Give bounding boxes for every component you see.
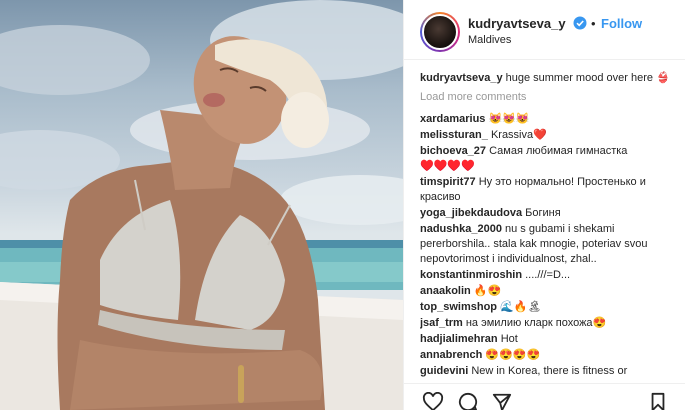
avatar[interactable] [420, 12, 460, 52]
comment: hadjialimehran Hot [420, 332, 678, 347]
comment-username[interactable]: annabrench [420, 349, 482, 361]
avatar-image [422, 14, 458, 50]
comment-username[interactable]: hadjialimehran [420, 333, 498, 345]
action-bar [404, 383, 685, 410]
comment-text: ....///=D... [525, 269, 571, 281]
comment-text: Богиня [525, 207, 561, 219]
comment-username[interactable]: guidevini [420, 365, 468, 377]
comment-username[interactable]: top_swimshop [420, 301, 497, 313]
comment-text: Hot [500, 333, 518, 345]
comment-username[interactable]: bichoeva_27 [420, 145, 486, 157]
caption: kudryavtseva_y huge summer mood over her… [420, 71, 678, 86]
comment-text: 😻😻😻 [488, 113, 530, 125]
post-header: kudryavtseva_y • Follow Maldives [404, 0, 685, 60]
comment-username[interactable]: anaakolin [420, 285, 471, 297]
verified-badge-icon [573, 16, 587, 30]
comment: konstantinmiroshin ....///=D... [420, 268, 678, 283]
comment-text: 🔥😍 [473, 285, 502, 297]
comments-section: kudryavtseva_y huge summer mood over her… [420, 71, 678, 383]
comment-text: 😍😍😍😍 [485, 349, 541, 361]
post-sidebar: kudryavtseva_y • Follow Maldives kudryav… [403, 0, 685, 410]
comment-username[interactable]: melissturan_ [420, 129, 488, 141]
comment: yoga_jibekdaudova Богиня [420, 206, 678, 221]
comment: timspirit77 Ну это нормально! Простенько… [420, 175, 678, 205]
comment-username[interactable]: jsaf_trm [420, 317, 463, 329]
comment: guidevini New in Korea, there is fitness… [420, 364, 678, 379]
caption-username[interactable]: kudryavtseva_y [420, 72, 503, 84]
location-link[interactable]: Maldives [468, 34, 511, 46]
username-link[interactable]: kudryavtseva_y [468, 16, 566, 31]
bookmark-icon[interactable] [650, 392, 666, 410]
comment-username[interactable]: xardamarius [420, 113, 485, 125]
comment: top_swimshop 🌊🔥🏝 [420, 300, 678, 315]
caption-text: huge summer mood over here 👙 [505, 72, 670, 84]
post-photo[interactable] [0, 0, 403, 410]
separator-dot: • [591, 16, 596, 31]
photo-illustration [0, 0, 403, 410]
comment-icon[interactable] [458, 392, 478, 410]
comment: anaakolin 🔥😍 [420, 284, 678, 299]
comment-text: 🌊🔥🏝 [500, 301, 542, 313]
comment: bichoeva_27 Самая любимая гимнастка ♥️♥️… [420, 144, 678, 174]
comment-text: Krassiva❤️ [490, 129, 547, 141]
comment-username[interactable]: nadushka_2000 [420, 223, 502, 235]
comment: jsaf_trm на эмилию кларк похожа😍 [420, 316, 678, 331]
comment: xardamarius 😻😻😻 [420, 112, 678, 127]
comment-text: на эмилию кларк похожа😍 [465, 317, 607, 329]
comment-text: New in Korea, there is fitness or [471, 365, 628, 377]
comment: annabrench 😍😍😍😍 [420, 348, 678, 363]
comment-username[interactable]: timspirit77 [420, 176, 476, 188]
comment-username[interactable]: konstantinmiroshin [420, 269, 522, 281]
share-icon[interactable] [492, 392, 512, 410]
comment-username[interactable]: yoga_jibekdaudova [420, 207, 522, 219]
load-more-comments-link[interactable]: Load more comments [420, 90, 678, 105]
comment: melissturan_ Krassiva❤️ [420, 128, 678, 143]
heart-icon[interactable] [422, 392, 444, 410]
follow-button[interactable]: Follow [601, 16, 642, 31]
comment: nadushka_2000 nu s gubami i shekami pere… [420, 222, 678, 267]
